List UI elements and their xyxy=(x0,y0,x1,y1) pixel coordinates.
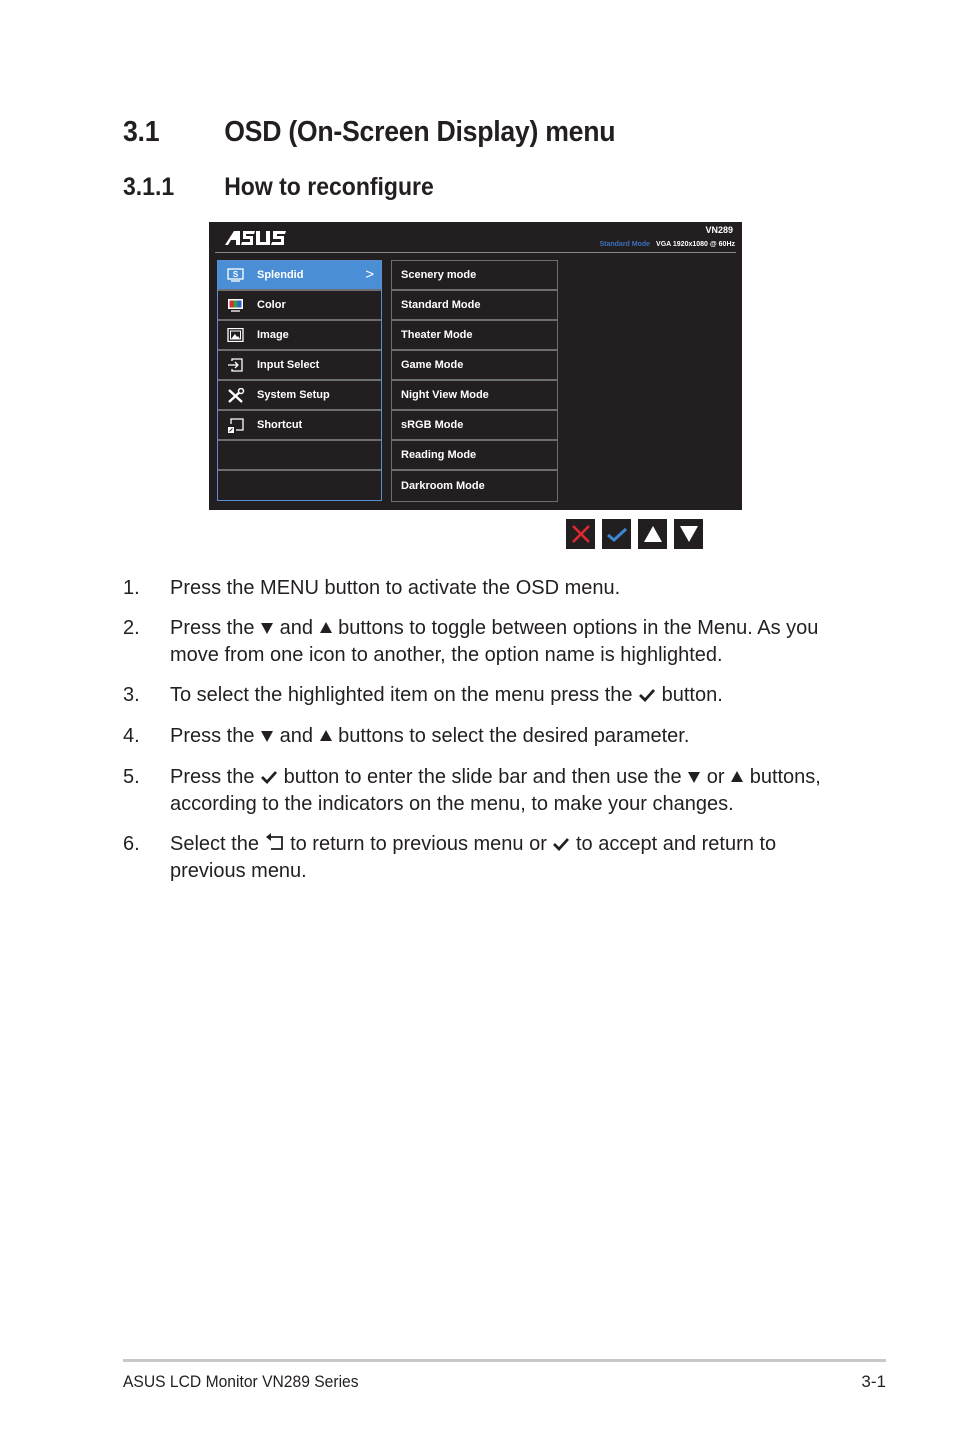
sub-menu-item[interactable]: Theater Mode xyxy=(392,321,557,351)
system-setup-icon xyxy=(227,387,245,403)
triangle-down-icon xyxy=(679,526,698,542)
subsection-number: 3.1.1 xyxy=(123,173,175,201)
triangle-up-icon xyxy=(730,765,744,791)
check-icon xyxy=(606,527,627,542)
signal-info: VGA 1920x1080 @ 60Hz xyxy=(656,241,735,248)
instruction-step: 1. Press the MENU button to activate the … xyxy=(123,575,843,601)
sub-menu-item[interactable]: Reading Mode xyxy=(392,441,557,471)
asus-logo xyxy=(225,231,289,250)
image-icon xyxy=(227,327,245,343)
sub-menu-item[interactable]: Scenery mode xyxy=(392,261,557,291)
triangle-up-icon xyxy=(319,616,333,642)
instruction-step: 6. Select the to return to previous menu … xyxy=(123,831,843,884)
splendid-icon: S xyxy=(227,268,245,282)
step-text: Select the to return to previous menu or… xyxy=(170,832,777,882)
step-text: Press the and buttons to select the desi… xyxy=(170,723,843,750)
main-menu-item-splendid[interactable]: S Splendid > xyxy=(218,261,381,291)
osd-menu-screenshot: VN289 Standard Mode VGA 1920x1080 @ 60Hz … xyxy=(209,222,742,510)
triangle-down-icon xyxy=(260,724,274,750)
step-number: 4. xyxy=(123,725,140,747)
main-menu: S Splendid > Color Image Input Select Sy… xyxy=(217,260,382,501)
close-key[interactable] xyxy=(566,519,595,549)
step-number: 6. xyxy=(123,833,140,855)
main-menu-item-color[interactable]: Color xyxy=(218,291,381,321)
main-menu-label: Splendid xyxy=(257,269,304,281)
asus-logo-icon xyxy=(225,231,286,245)
section-number: 3.1 xyxy=(123,116,160,148)
step-number: 1. xyxy=(123,577,140,599)
step-text: Press the button to enter the slide bar … xyxy=(170,765,821,815)
osd-key-legend xyxy=(566,519,703,549)
instruction-step: 4. Press the and buttons to select the de… xyxy=(123,723,843,750)
subsection-title: How to reconfigure xyxy=(224,173,434,201)
check-icon xyxy=(260,765,278,791)
step-number: 3. xyxy=(123,684,140,706)
close-icon xyxy=(571,525,590,543)
svg-text:S: S xyxy=(233,270,239,279)
confirm-key[interactable] xyxy=(602,519,631,549)
footer-title: ASUS LCD Monitor VN289 Series xyxy=(123,1372,359,1391)
page-number: 3-1 xyxy=(861,1372,886,1391)
check-icon xyxy=(552,832,570,858)
triangle-down-icon xyxy=(687,765,701,791)
main-menu-item-shortcut[interactable]: Shortcut xyxy=(218,411,381,441)
step-text: Press the MENU button to activate the OS… xyxy=(170,577,621,599)
main-menu-label: System Setup xyxy=(257,389,330,401)
header-divider xyxy=(215,252,736,253)
sub-menu-item[interactable]: sRGB Mode xyxy=(392,411,557,441)
up-key[interactable] xyxy=(638,519,667,549)
main-menu-item-system-setup[interactable]: System Setup xyxy=(218,381,381,411)
chevron-right-icon: > xyxy=(365,266,374,283)
section-title: OSD (On-Screen Display) menu xyxy=(224,116,616,148)
return-icon xyxy=(265,832,285,858)
subsection-heading: 3.1.1 How to reconfigure xyxy=(123,173,434,202)
step-text: Press the and buttons to toggle between … xyxy=(170,616,819,666)
splendid-sub-menu: Scenery mode Standard Mode Theater Mode … xyxy=(391,260,558,502)
main-menu-label: Image xyxy=(257,329,289,341)
triangle-down-icon xyxy=(260,616,274,642)
main-menu-label: Input Select xyxy=(257,359,320,371)
step-text: To select the highlighted item on the me… xyxy=(170,682,843,709)
main-menu-label: Color xyxy=(257,299,286,311)
sub-menu-item[interactable]: Standard Mode xyxy=(392,291,557,321)
color-icon xyxy=(227,298,245,312)
section-heading: 3.1 OSD (On-Screen Display) menu xyxy=(123,116,616,149)
main-menu-item-empty xyxy=(218,441,381,471)
main-menu-item-image[interactable]: Image xyxy=(218,321,381,351)
step-number: 2. xyxy=(123,617,140,639)
main-menu-label: Shortcut xyxy=(257,419,303,431)
sub-menu-item[interactable]: Game Mode xyxy=(392,351,557,381)
step-number: 5. xyxy=(123,766,140,788)
instruction-step: 5. Press the button to enter the slide ba… xyxy=(123,764,843,817)
shortcut-icon xyxy=(227,418,245,433)
status-line: Standard Mode VGA 1920x1080 @ 60Hz xyxy=(599,241,735,248)
triangle-up-icon xyxy=(643,526,662,542)
instruction-list: 1. Press the MENU button to activate the … xyxy=(123,575,843,898)
main-menu-item-empty xyxy=(218,471,381,501)
model-name: VN289 xyxy=(705,225,733,235)
current-mode: Standard Mode xyxy=(599,241,651,248)
instruction-step: 2. Press the and buttons to toggle betwee… xyxy=(123,615,843,668)
footer-divider xyxy=(123,1359,886,1362)
down-key[interactable] xyxy=(674,519,703,549)
sub-menu-item[interactable]: Night View Mode xyxy=(392,381,557,411)
instruction-step: 3. To select the highlighted item on the … xyxy=(123,682,843,709)
check-icon xyxy=(638,683,656,709)
input-select-icon xyxy=(227,358,245,372)
main-menu-item-input-select[interactable]: Input Select xyxy=(218,351,381,381)
sub-menu-item[interactable]: Darkroom Mode xyxy=(392,471,557,501)
triangle-up-icon xyxy=(319,724,333,750)
